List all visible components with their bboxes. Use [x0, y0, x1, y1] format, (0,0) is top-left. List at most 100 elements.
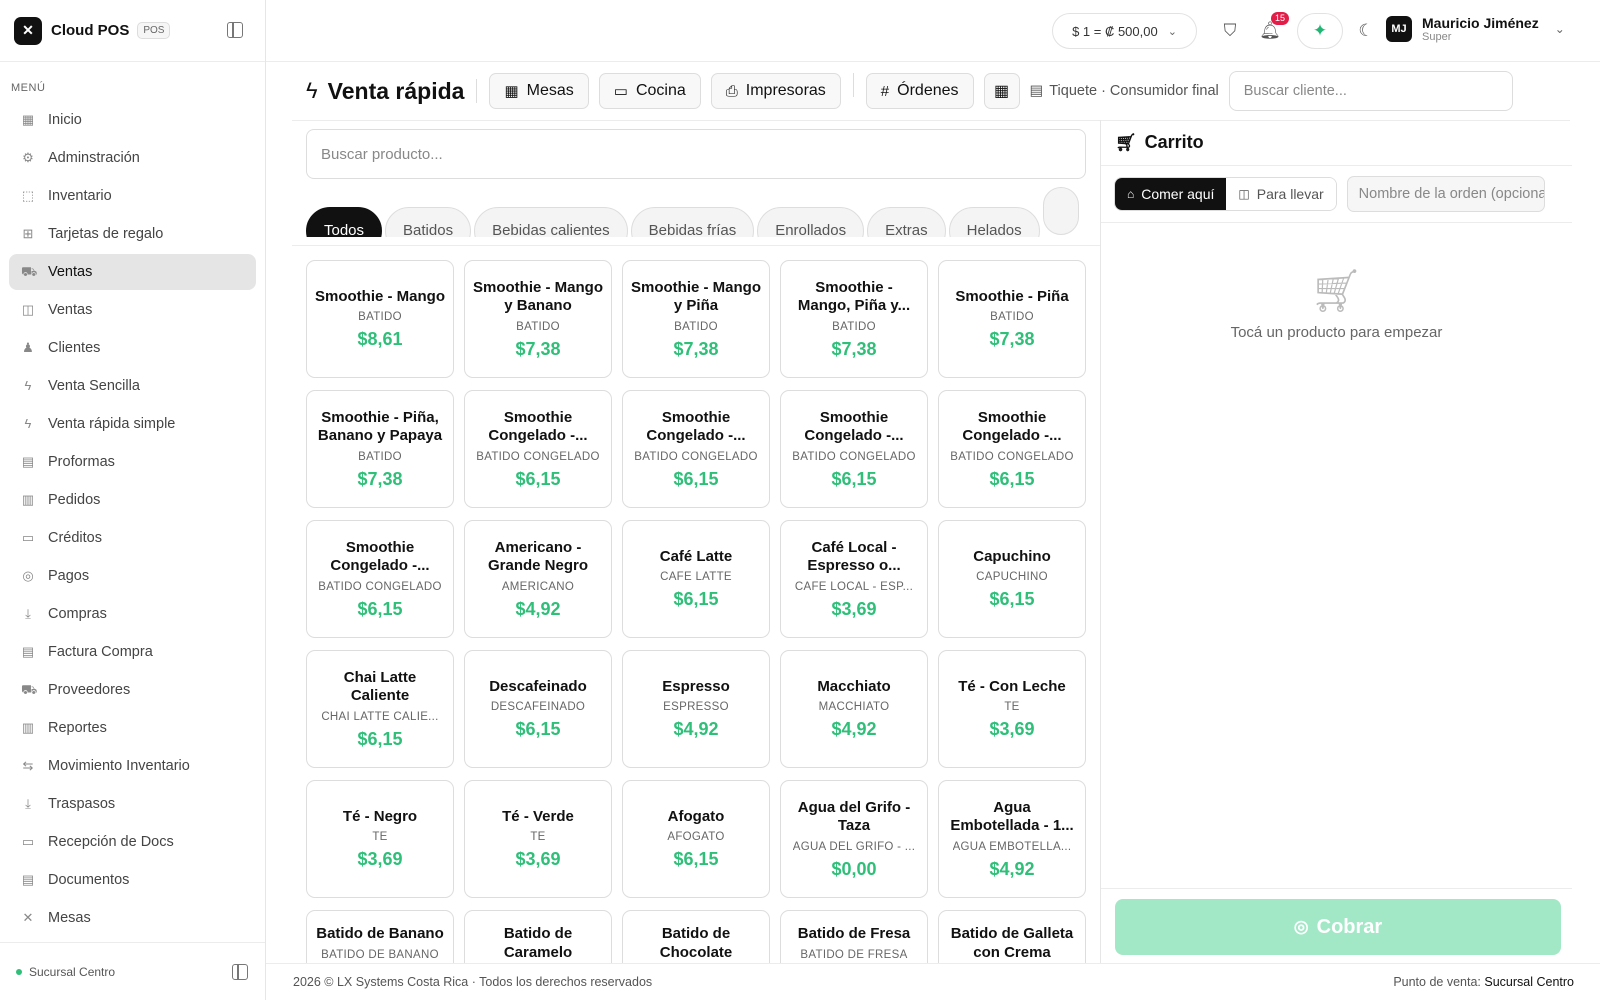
product-card[interactable]: Capuchino CAPUCHINO $6,15: [938, 520, 1086, 638]
product-category: BATIDO DE FRESA: [800, 948, 908, 961]
sidebar-item-10[interactable]: ▤ Proformas: [9, 444, 256, 480]
product-price: $6,15: [515, 468, 561, 489]
product-card[interactable]: Chai Latte Caliente CHAI LATTE CALIE... $6…: [306, 650, 454, 768]
download-icon: ⤓: [25, 796, 31, 811]
category-tab[interactable]: Enrollados: [757, 207, 865, 237]
product-card[interactable]: Té - Negro TÉ $3,69: [306, 780, 454, 898]
product-price: $3,69: [357, 849, 403, 870]
product-card[interactable]: Batido de Fresa BATIDO DE FRESA: [780, 910, 928, 963]
category-tab[interactable]: Bebidas frías: [630, 207, 755, 237]
shield-icon[interactable]: ⛉: [1212, 13, 1248, 49]
sidebar-item-17[interactable]: ▥ Reportes: [9, 710, 256, 746]
header-button-2[interactable]: ▭ Cocina: [598, 73, 701, 109]
product-card[interactable]: Smoothie - Mango BATIDO $8,61: [306, 260, 454, 378]
product-name: Smoothie - Mango y Banano: [473, 278, 603, 315]
exchange-rate-select[interactable]: $ 1 = ₡ 500,00 ⌄: [1052, 13, 1197, 49]
sidebar-item-14[interactable]: ⤓ Compras: [9, 596, 256, 632]
order-type-toggle: ⌂ Comer aquí ◫ Para llevar: [1114, 177, 1337, 211]
take-away-button[interactable]: ◫ Para llevar: [1226, 178, 1336, 210]
product-card[interactable]: Smoothie Congelado -... BATIDO CONGELADO $…: [780, 390, 928, 508]
category-tab[interactable]: Extras: [867, 207, 946, 237]
pos-info: Punto de venta: Sucursal Centro: [1393, 975, 1574, 989]
product-card[interactable]: Batido de Chocolate: [622, 910, 770, 963]
chart-icon: ▥: [21, 720, 35, 735]
product-card[interactable]: Smoothie - Piña BATIDO $7,38: [938, 260, 1086, 378]
moon-icon[interactable]: ☾: [1348, 13, 1384, 49]
product-search-input[interactable]: Buscar producto...: [306, 129, 1086, 179]
sidebar-item-22[interactable]: ✕ Mesas: [9, 900, 256, 936]
calculator-button[interactable]: ▦: [983, 73, 1020, 109]
product-card[interactable]: Descafeinado DESCAFEINADO $6,15: [464, 650, 612, 768]
sidebar-item-15[interactable]: ▤ Factura Compra: [9, 634, 256, 670]
checkout-button[interactable]: ◎ Cobrar: [1115, 899, 1561, 955]
sidebar-item-4[interactable]: ⊞ Tarjetas de regalo: [9, 216, 256, 252]
product-price: $7,38: [831, 338, 877, 359]
product-card[interactable]: Agua Embotellada - 1... AGUA EMBOTELLA...…: [938, 780, 1086, 898]
product-card[interactable]: Café Latte CAFÉ LATTE $6,15: [622, 520, 770, 638]
sidebar-item-9[interactable]: ϟ Venta rápida simple: [9, 406, 256, 442]
user-menu[interactable]: MJ Mauricio Jiménez Super ⌄: [1386, 15, 1565, 43]
pos-value: Sucursal Centro: [1484, 975, 1574, 989]
sidebar-item-16[interactable]: ⛟ Proveedores: [9, 672, 256, 708]
category-tabs: Todos Batidos Bebidas calientes Bebidas frí…: [306, 187, 1100, 237]
product-card[interactable]: Café Local - Espresso o... CAFÉ LOCAL - E…: [780, 520, 928, 638]
product-price: $6,15: [673, 468, 719, 489]
header-button-3[interactable]: ⎙ Impresoras: [710, 73, 841, 109]
product-card[interactable]: Smoothie Congelado -... BATIDO CONGELADO $…: [464, 390, 612, 508]
product-card[interactable]: Smoothie - Mango y Banano BATIDO $7,38: [464, 260, 612, 378]
sidebar-item-20[interactable]: ▭ Recepción de Docs: [9, 824, 256, 860]
category-tab[interactable]: Bebidas calientes: [474, 207, 628, 237]
product-card[interactable]: Afogato AFOGATO $6,15: [622, 780, 770, 898]
product-card[interactable]: Smoothie Congelado -... BATIDO CONGELADO $…: [938, 390, 1086, 508]
sidebar-item-3[interactable]: ⬚ Inventario: [9, 178, 256, 214]
collapse-sidebar-bottom-icon[interactable]: [232, 964, 248, 980]
product-card[interactable]: Smoothie - Mango y Piña BATIDO $7,38: [622, 260, 770, 378]
category-tab[interactable]: Batidos: [385, 207, 472, 237]
order-name-input[interactable]: Nombre de la orden (opcional): [1346, 176, 1545, 212]
collapse-sidebar-icon[interactable]: [227, 22, 243, 38]
product-card[interactable]: Americano - Grande Negro AMERICANO $4,92: [464, 520, 612, 638]
take-away-label: Para llevar: [1256, 186, 1324, 202]
product-category: TÉ: [372, 831, 388, 844]
category-tab[interactable]: Todos: [306, 207, 383, 237]
bell-icon[interactable]: 🔔︎ 15: [1252, 12, 1290, 49]
product-card[interactable]: Batido de Caramelo: [464, 910, 612, 963]
product-card[interactable]: Smoothie Congelado -... BATIDO CONGELADO $…: [622, 390, 770, 508]
sparkles-icon[interactable]: ✦: [1297, 13, 1343, 49]
product-card[interactable]: Té - Con Leche TÉ $3,69: [938, 650, 1086, 768]
product-name: Batido de Banano: [316, 925, 444, 942]
category-tab[interactable]: [1042, 187, 1079, 235]
ticket-type[interactable]: ▤ Tiquete · Consumidor final: [1030, 83, 1219, 99]
client-search-input[interactable]: Buscar cliente...: [1228, 71, 1513, 111]
sidebar-item-18[interactable]: ⇆ Movimiento Inventario: [9, 748, 256, 784]
category-tab[interactable]: Helados: [948, 207, 1040, 237]
sidebar-item-1[interactable]: ▦ Inicio: [9, 102, 256, 138]
page-title: Venta rápida: [327, 77, 465, 104]
sidebar-item-2[interactable]: ⚙ Adminstración: [9, 140, 256, 176]
sidebar-item-13[interactable]: ◎ Pagos: [9, 558, 256, 594]
product-name: Batido de Fresa: [797, 925, 911, 942]
bolt-icon: ϟ: [306, 78, 318, 103]
sidebar-item-6[interactable]: ◫ Ventas: [9, 292, 256, 328]
product-price: $4,92: [831, 719, 877, 740]
product-card[interactable]: Batido de Galleta con Crema: [938, 910, 1086, 963]
product-card[interactable]: Espresso ESPRESSO $4,92: [622, 650, 770, 768]
product-card[interactable]: Batido de Banano BATIDO DE BANANO: [306, 910, 454, 963]
header-button-4[interactable]: # Órdenes: [865, 73, 974, 109]
sidebar-item-19[interactable]: ⤓ Traspasos: [9, 786, 256, 822]
product-name: Afogato: [667, 807, 725, 825]
product-card[interactable]: Té - Verde TÉ $3,69: [464, 780, 612, 898]
sidebar-item-11[interactable]: ▥ Pedidos: [9, 482, 256, 518]
sidebar-item-8[interactable]: ϟ Venta Sencilla: [9, 368, 256, 404]
header-button-1[interactable]: ▦ Mesas: [489, 73, 589, 109]
product-card[interactable]: Agua del Grifo - Taza AGUA DEL GRIFO - ..…: [780, 780, 928, 898]
product-card[interactable]: Smoothie - Mango, Piña y... BATIDO $7,38: [780, 260, 928, 378]
product-card[interactable]: Macchiato MACCHIATO $4,92: [780, 650, 928, 768]
sidebar-item-12[interactable]: ▭ Créditos: [9, 520, 256, 556]
dine-in-button[interactable]: ⌂ Comer aquí: [1115, 178, 1227, 210]
sidebar-item-21[interactable]: ▤ Documentos: [9, 862, 256, 898]
product-card[interactable]: Smoothie - Piña, Banano y Papaya BATIDO $7…: [306, 390, 454, 508]
sidebar-item-7[interactable]: ♟ Clientes: [9, 330, 256, 366]
sidebar-item-5[interactable]: ⛟ Ventas: [9, 254, 256, 290]
product-card[interactable]: Smoothie Congelado -... BATIDO CONGELADO $…: [306, 520, 454, 638]
